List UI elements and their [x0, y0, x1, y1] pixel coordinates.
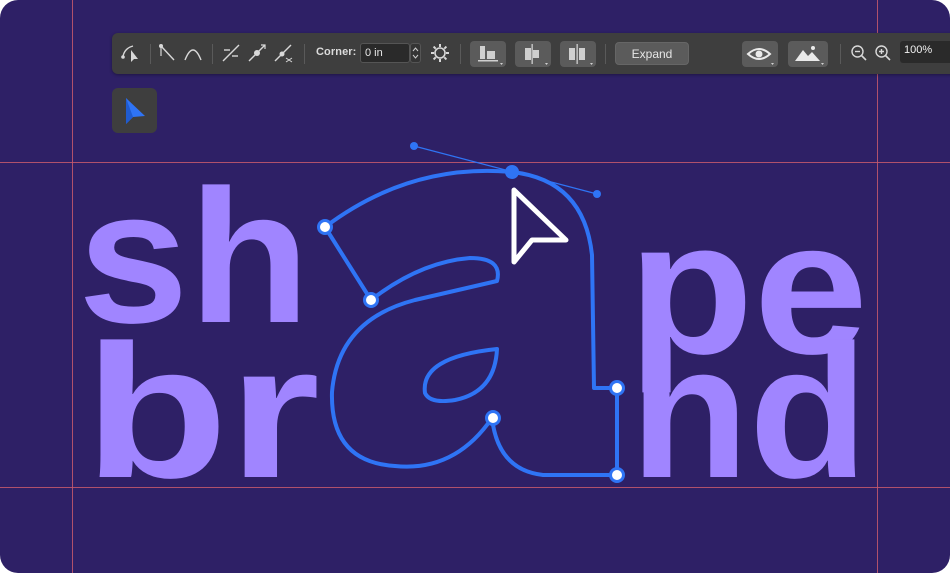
toolbar: Corner: 0 in Expand 100%: [112, 33, 950, 74]
cut-path-icon[interactable]: [220, 42, 242, 64]
eye-icon: [746, 48, 774, 65]
distribute-button[interactable]: [560, 41, 596, 67]
direct-select-tool-button[interactable]: [112, 88, 157, 133]
view-mode-button[interactable]: [742, 41, 778, 67]
text-nd[interactable]: nd: [630, 306, 868, 518]
a-letter-path[interactable]: [323, 168, 619, 477]
zoom-level[interactable]: 100%: [900, 41, 950, 63]
corner-stepper[interactable]: [410, 43, 421, 63]
remove-anchor-icon[interactable]: [272, 42, 294, 64]
corner-label: Corner:: [316, 46, 357, 58]
align-center-icon: [525, 44, 548, 65]
artwork[interactable]: sh pe br nd: [0, 0, 950, 573]
path-select-icon[interactable]: [120, 42, 142, 64]
zoom-in-icon[interactable]: [874, 44, 892, 62]
gear-icon[interactable]: [430, 43, 450, 63]
image-icon: [795, 46, 824, 65]
curve-icon[interactable]: [182, 42, 204, 64]
direct-select-arrow-icon: [126, 98, 145, 124]
corner-radius-input[interactable]: 0 in: [360, 43, 410, 63]
design-canvas[interactable]: sh pe br nd Corner: 0 in Expand 100%: [0, 0, 950, 573]
align-bottom-button[interactable]: [470, 41, 506, 67]
distribute-icon: [569, 44, 593, 65]
pen-icon[interactable]: [158, 42, 180, 64]
mouse-cursor-icon: [511, 187, 569, 265]
zoom-out-icon[interactable]: [850, 44, 868, 62]
join-anchor-icon[interactable]: [246, 42, 268, 64]
expand-button[interactable]: Expand: [615, 42, 689, 65]
align-center-button[interactable]: [515, 41, 551, 67]
image-mode-button[interactable]: [788, 41, 828, 67]
align-bottom-icon: [478, 46, 503, 65]
text-br[interactable]: br: [84, 306, 320, 518]
